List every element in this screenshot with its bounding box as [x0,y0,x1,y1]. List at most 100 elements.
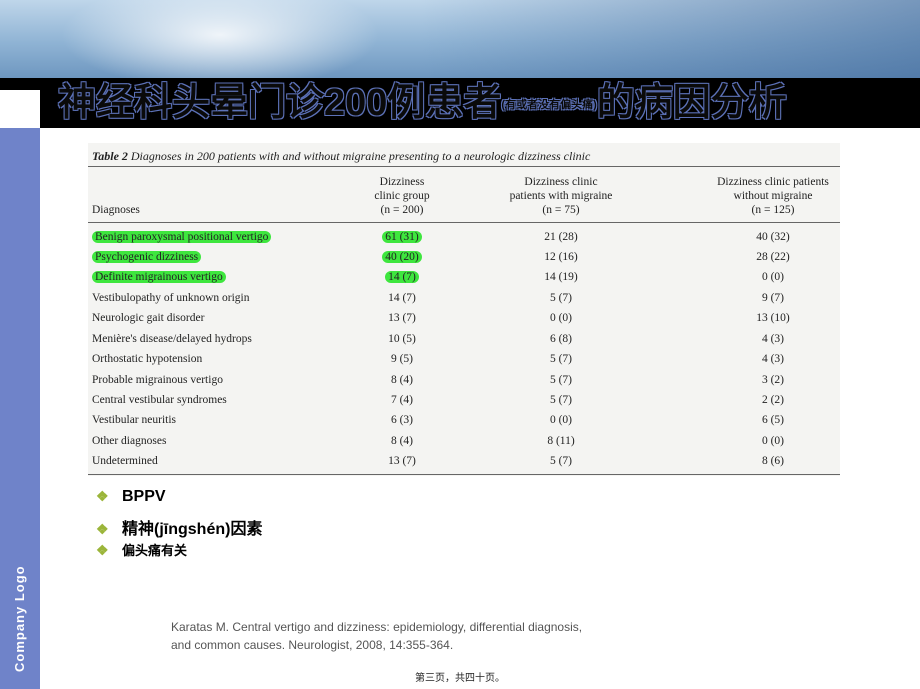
row-diagnosis: Other diagnoses [92,435,167,447]
table-row: Neurologic gait disorder 13 (7) 0 (0) 13… [88,308,840,328]
row-without: 2 (2) [761,394,785,406]
table-top-rule [88,166,840,167]
table-bottom-rule [88,474,840,475]
row-all: 9 (5) [390,353,414,365]
row-without: 9 (7) [761,292,785,304]
row-without: 8 (6) [761,455,785,467]
reference-line: Karatas M. Central vertigo and dizziness… [171,620,583,634]
row-diagnosis: Menière's disease/delayed hydrops [92,333,252,345]
row-diagnosis: Neurologic gait disorder [92,312,205,324]
row-without: 4 (3) [761,353,785,365]
table-row: Vestibulopathy of unknown origin 14 (7) … [88,288,840,308]
row-diagnosis: Probable migrainous vertigo [92,374,223,386]
table-caption: Table 2 Diagnoses in 200 patients with a… [92,149,590,164]
row-all: 61 (31) [382,231,422,243]
bullet-item: ❖ BPPV [96,488,166,506]
row-without: 28 (22) [756,251,790,263]
row-without: 0 (0) [761,435,785,447]
diagnosis-table: Table 2 Diagnoses in 200 patients with a… [88,143,840,476]
row-all: 40 (20) [382,251,422,263]
row-all: 13 (7) [388,312,416,324]
header-line: Dizziness clinic [524,176,598,188]
row-with: 5 (7) [549,374,573,386]
row-all: 8 (4) [390,435,414,447]
row-with: 0 (0) [549,414,573,426]
reference-citation: Karatas M. Central vertigo and dizziness… [171,618,582,654]
header-with-migraine: Dizziness clinic patients with migraine … [486,175,636,217]
row-diagnosis: Central vestibular syndromes [92,394,227,406]
company-logo-text: Company Logo [12,565,27,672]
title-main-a: 神经科头晕门诊200例患者 [58,82,502,124]
header-diagnoses: Diagnoses [92,203,140,217]
header-line: (n = 75) [542,204,580,216]
row-without: 40 (32) [756,231,790,243]
row-diagnosis: Definite migrainous vertigo [92,271,226,283]
bullet-item: ❖ 精神(jīngshén)因素 [96,515,262,539]
row-all: 6 (3) [390,414,414,426]
title-subnote: (有或者没有偏头痛) [501,98,597,111]
bullet-text: BPPV [122,488,166,505]
title-main-b: 的病因分析 [596,82,787,124]
row-diagnosis: Benign paroxysmal positional vertigo [92,231,272,243]
row-all: 13 (7) [388,455,416,467]
header-banner-image [0,0,920,78]
header-line: Dizziness [379,176,425,188]
page-footer: 第三页，共四十页。 [415,673,505,684]
row-diagnosis: Undetermined [92,455,158,467]
row-all: 14 (7) [388,292,416,304]
table-row: Psychogenic dizziness 40 (20) 12 (16) 28… [88,247,840,267]
table-row: Central vestibular syndromes 7 (4) 5 (7)… [88,390,840,410]
bullet-item: ❖ 偏头痛有关 [96,540,187,559]
reference-line: and common causes. Neurologist, 2008, 14… [171,638,454,652]
row-with: 8 (11) [547,435,575,447]
table-row: Vestibular neuritis 6 (3) 0 (0) 6 (5) [88,410,840,430]
row-without: 6 (5) [761,414,785,426]
row-diagnosis: Psychogenic dizziness [92,251,202,263]
table-row: Orthostatic hypotension 9 (5) 5 (7) 4 (3… [88,349,840,369]
row-all: 7 (4) [390,394,414,406]
row-with: 21 (28) [544,231,578,243]
row-without: 13 (10) [756,312,790,324]
row-all: 8 (4) [390,374,414,386]
header-without-migraine: Dizziness clinic patients without migrai… [693,175,853,217]
row-without: 4 (3) [761,333,785,345]
row-with: 6 (8) [549,333,573,345]
row-with: 0 (0) [549,312,573,324]
row-diagnosis: Orthostatic hypotension [92,353,203,365]
row-without: 0 (0) [761,271,785,283]
slide-title: 神经科头晕门诊200例患者(有或者没有偏头痛)的病因分析 [58,80,787,126]
header-clinic-group: Dizziness clinic group (n = 200) [352,175,452,217]
table-row: Benign paroxysmal positional vertigo 61 … [88,227,840,247]
table-row: Definite migrainous vertigo 14 (7) 14 (1… [88,267,840,287]
row-all: 10 (5) [388,333,416,345]
table-caption-label: Table 2 [92,149,128,163]
row-with: 5 (7) [549,292,573,304]
header-line: without migraine [733,190,813,202]
diamond-bullet-icon: ❖ [96,488,109,504]
diamond-bullet-icon: ❖ [96,542,109,558]
header-line: (n = 200) [380,204,424,216]
row-with: 5 (7) [549,455,573,467]
header-line: Diagnoses [92,204,140,216]
row-diagnosis: Vestibular neuritis [92,414,176,426]
row-with: 14 (19) [544,271,578,283]
row-all: 14 (7) [385,271,419,283]
bullet-text: 精神(jīngshén)因素 [122,521,263,538]
row-without: 3 (2) [761,374,785,386]
table-row: Probable migrainous vertigo 8 (4) 5 (7) … [88,370,840,390]
row-with: 5 (7) [549,353,573,365]
table-row: Menière's disease/delayed hydrops 10 (5)… [88,329,840,349]
table-row: Other diagnoses 8 (4) 8 (11) 0 (0) [88,431,840,451]
row-with: 12 (16) [544,251,578,263]
bullet-text: 偏头痛有关 [122,543,188,558]
table-row: Undetermined 13 (7) 5 (7) 8 (6) [88,451,840,471]
row-with: 5 (7) [549,394,573,406]
diamond-bullet-icon: ❖ [96,521,109,537]
header-line: patients with migraine [509,190,613,202]
header-line: clinic group [374,190,430,202]
header-line: Dizziness clinic patients [717,176,829,188]
row-diagnosis: Vestibulopathy of unknown origin [92,292,250,304]
table-caption-text: Diagnoses in 200 patients with and witho… [130,149,591,163]
table-header-rule [88,222,840,223]
header-line: (n = 125) [751,204,795,216]
